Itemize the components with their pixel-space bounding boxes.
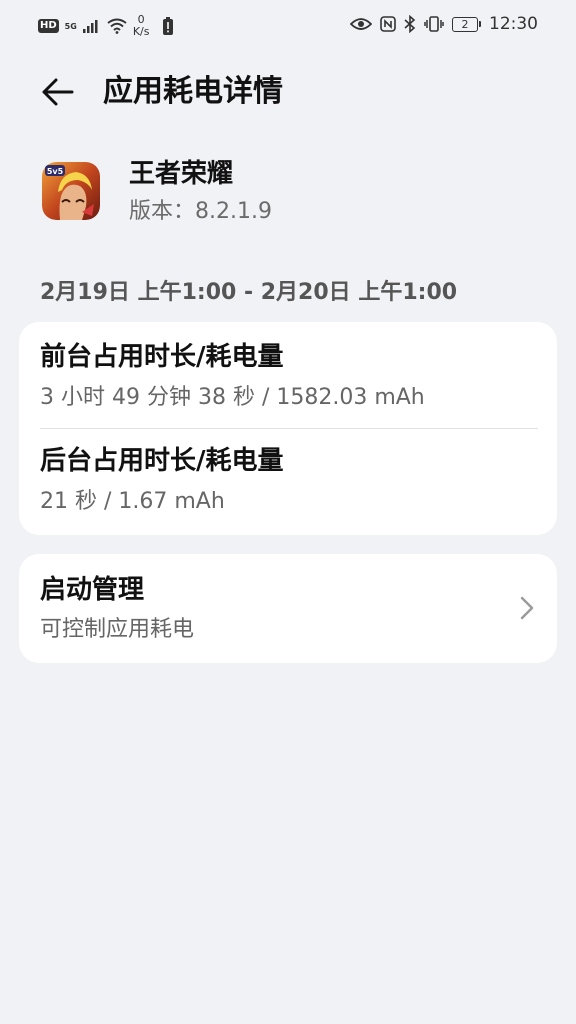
chevron-right-icon bbox=[520, 596, 534, 620]
launch-management-title: 启动管理 bbox=[40, 575, 145, 605]
nfc-icon bbox=[380, 16, 396, 32]
background-usage-value: 21 秒 / 1.67 mAh bbox=[40, 489, 225, 514]
background-usage-title: 后台占用时长/耗电量 bbox=[40, 446, 284, 476]
net-speed: 0 K/s bbox=[133, 14, 150, 38]
hd-badge: HD bbox=[38, 19, 59, 33]
divider bbox=[40, 428, 538, 429]
battery-level: 2 bbox=[452, 16, 478, 32]
foreground-usage-title: 前台占用时长/耗电量 bbox=[40, 342, 284, 372]
app-info: 5v5 王者荣耀 版本：8.2.1.9 bbox=[0, 158, 576, 230]
app-version: 版本：8.2.1.9 bbox=[129, 199, 272, 224]
battery-tip bbox=[479, 21, 481, 27]
date-range: 2月19日 上午1:00 - 2月20日 上午1:00 bbox=[40, 280, 458, 305]
back-arrow-icon[interactable] bbox=[38, 72, 78, 112]
foreground-usage-value: 3 小时 49 分钟 38 秒 / 1582.03 mAh bbox=[40, 385, 425, 410]
bluetooth-icon bbox=[404, 15, 416, 33]
app-icon-badge: 5v5 bbox=[46, 167, 64, 176]
status-right: 2 12:30 bbox=[350, 14, 538, 34]
app-name: 王者荣耀 bbox=[129, 159, 234, 189]
vibrate-icon bbox=[424, 16, 444, 32]
status-bar: HD 5G 0 K/s 2 12:30 bbox=[0, 0, 576, 56]
wifi-icon bbox=[107, 18, 127, 34]
page-title: 应用耗电详情 bbox=[103, 74, 283, 109]
launch-management-subtitle: 可控制应用耗电 bbox=[40, 617, 195, 642]
usage-card: 前台占用时长/耗电量 3 小时 49 分钟 38 秒 / 1582.03 mAh… bbox=[19, 322, 557, 535]
battery-alert-icon bbox=[163, 17, 174, 35]
network-type: 5G bbox=[64, 21, 77, 31]
app-bar: 应用耗电详情 bbox=[0, 62, 576, 120]
net-speed-unit: K/s bbox=[132, 25, 150, 38]
eye-icon bbox=[350, 18, 372, 30]
launch-management-item[interactable]: 启动管理 可控制应用耗电 bbox=[19, 554, 557, 663]
battery-indicator: 2 bbox=[452, 16, 481, 32]
signal-icon bbox=[82, 20, 98, 33]
status-left: HD 5G 0 K/s bbox=[38, 14, 174, 38]
status-time: 12:30 bbox=[489, 14, 538, 34]
